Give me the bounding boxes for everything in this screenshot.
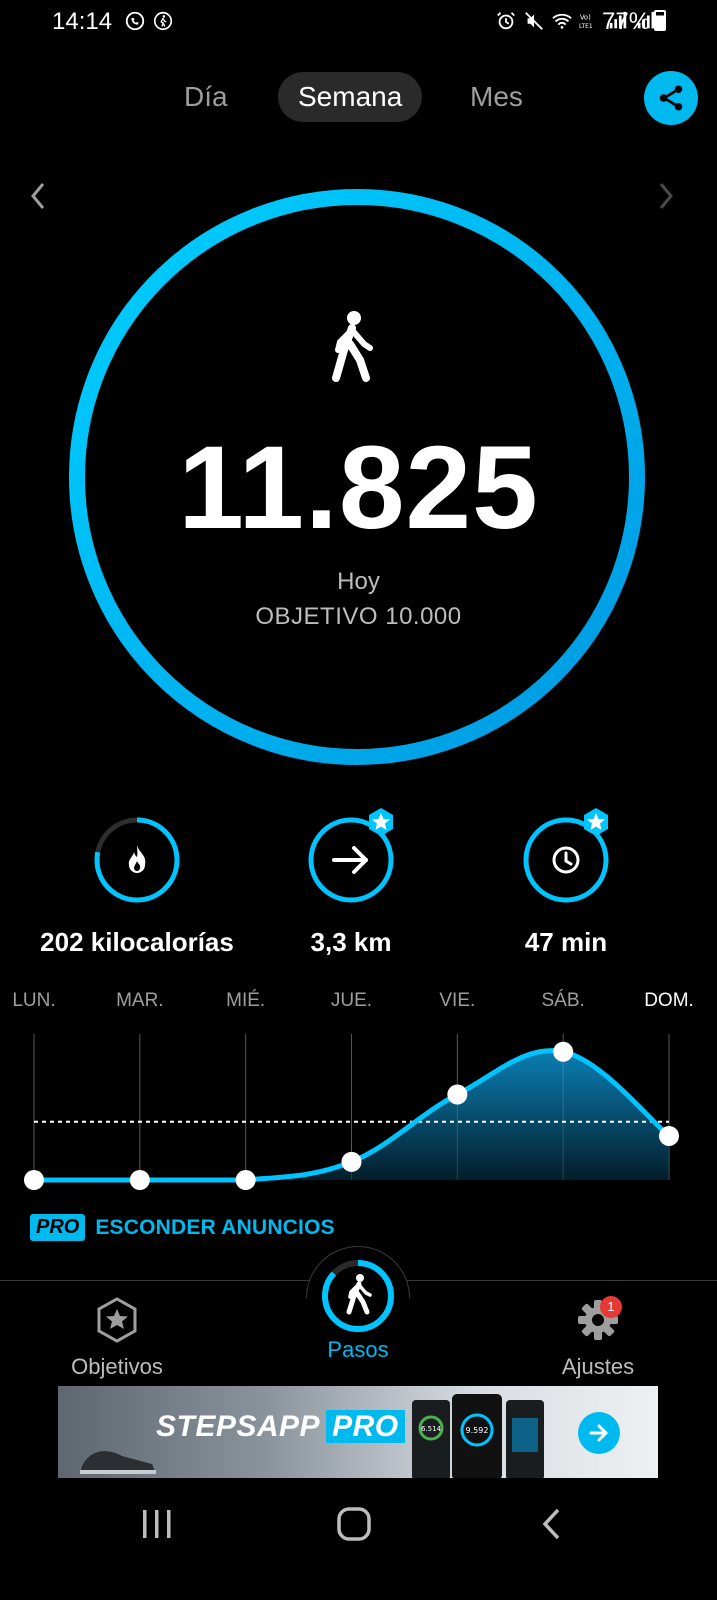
whatsapp-icon: [125, 11, 145, 31]
walker-icon: [346, 1274, 372, 1315]
day-label[interactable]: DOM.: [644, 990, 694, 1012]
share-icon: [659, 85, 683, 111]
weekday-labels: LUN. MAR. MIÉ. JUE. VIE. SÁB. DOM.: [0, 990, 717, 1020]
stat-calories[interactable]: 202 kilocalorías: [17, 815, 257, 958]
share-button[interactable]: [644, 71, 698, 125]
data-point[interactable]: [235, 1170, 256, 1190]
day-label[interactable]: MIÉ.: [226, 990, 265, 1012]
system-navigation-bar: [0, 1478, 717, 1600]
nav-ajustes-label: Ajustes: [561, 1354, 635, 1379]
flame-icon: [128, 845, 146, 873]
tab-semana[interactable]: Semana: [278, 72, 423, 122]
wifi-icon: [552, 13, 572, 29]
star-badge-icon: [97, 1297, 137, 1343]
status-time: 14:14: [52, 8, 113, 35]
chevron-left-icon: [31, 183, 45, 209]
day-label[interactable]: MAR.: [116, 990, 164, 1012]
ad-brand-text: STEPSAPP: [156, 1410, 321, 1443]
svg-text:Vo): Vo): [580, 13, 591, 21]
data-point[interactable]: [24, 1170, 44, 1190]
ad-phone-steps-2: 9.592: [466, 1426, 489, 1435]
nav-ajustes[interactable]: Ajustes: [498, 1297, 698, 1380]
distance-value: 3,3 km: [310, 927, 392, 957]
data-point[interactable]: [447, 1084, 468, 1105]
pasos-ring-button[interactable]: [320, 1258, 396, 1334]
period-tabs: Día Semana Mes: [0, 72, 717, 122]
sneaker-image: [80, 1451, 156, 1474]
duration-value: 47 min: [524, 927, 608, 957]
hide-ads-label: ESCONDER ANUNCIOS: [95, 1215, 335, 1239]
status-bar: 14:14 Vo) LTE1 77%: [0, 0, 717, 44]
pro-star-badge-icon: [584, 808, 608, 836]
volte-icon: Vo) LTE1: [579, 13, 593, 30]
goal-label: OBJETIVO 10.000: [255, 603, 462, 630]
data-point[interactable]: [659, 1125, 679, 1146]
battery-icon: [654, 10, 666, 31]
pro-star-badge-icon: [369, 808, 393, 836]
alarm-icon: [497, 12, 515, 30]
recent-apps-icon[interactable]: [140, 1508, 174, 1540]
svg-text:LTE1: LTE1: [579, 24, 593, 30]
arrow-right-icon: [589, 1424, 608, 1442]
stat-distance[interactable]: 3,3 km: [231, 808, 471, 958]
data-point[interactable]: [129, 1170, 150, 1190]
pro-badge: PRO: [30, 1214, 86, 1241]
day-label[interactable]: VIE.: [439, 990, 475, 1012]
data-point[interactable]: [553, 1041, 574, 1062]
walk-notification-icon: [153, 11, 173, 31]
nav-objetivos[interactable]: Objetivos: [17, 1297, 217, 1380]
tab-mes[interactable]: Mes: [450, 72, 543, 122]
calories-value: 202 kilocalorías: [40, 927, 234, 957]
chevron-right-icon: [659, 183, 673, 209]
period-label: Hoy: [337, 568, 380, 595]
settings-notification-badge: 1: [600, 1296, 622, 1318]
steps-count: 11.825: [178, 422, 539, 554]
hide-ads-link[interactable]: PRO ESCONDER ANUNCIOS: [30, 1214, 335, 1241]
ad-go-button[interactable]: [578, 1412, 620, 1454]
weekly-steps-chart: [24, 1034, 679, 1190]
nav-objetivos-label: Objetivos: [71, 1354, 163, 1379]
ad-banner[interactable]: STEPSAPP PRO 6.514 9.592: [58, 1386, 658, 1478]
phones-image: 6.514 9.592: [412, 1394, 544, 1478]
stat-duration[interactable]: 47 min: [446, 808, 686, 958]
day-label[interactable]: LUN.: [12, 990, 55, 1012]
back-icon[interactable]: [540, 1506, 564, 1542]
next-period-button[interactable]: [654, 178, 678, 214]
home-icon[interactable]: [336, 1506, 372, 1542]
battery-percent: 77%: [602, 8, 651, 35]
ad-phone-steps-1: 6.514: [421, 1425, 442, 1433]
mute-icon: [525, 12, 543, 30]
ad-brand: STEPSAPP PRO: [156, 1410, 405, 1444]
data-point[interactable]: [341, 1151, 362, 1172]
prev-period-button[interactable]: [26, 178, 50, 214]
nav-pasos[interactable]: Pasos: [258, 1331, 458, 1363]
tab-dia[interactable]: Día: [164, 72, 248, 122]
day-label[interactable]: SÁB.: [542, 990, 585, 1012]
ad-brand-pro: PRO: [326, 1410, 405, 1443]
day-label[interactable]: JUE.: [331, 990, 372, 1012]
walker-icon: [332, 311, 373, 382]
nav-pasos-label: Pasos: [327, 1337, 389, 1362]
